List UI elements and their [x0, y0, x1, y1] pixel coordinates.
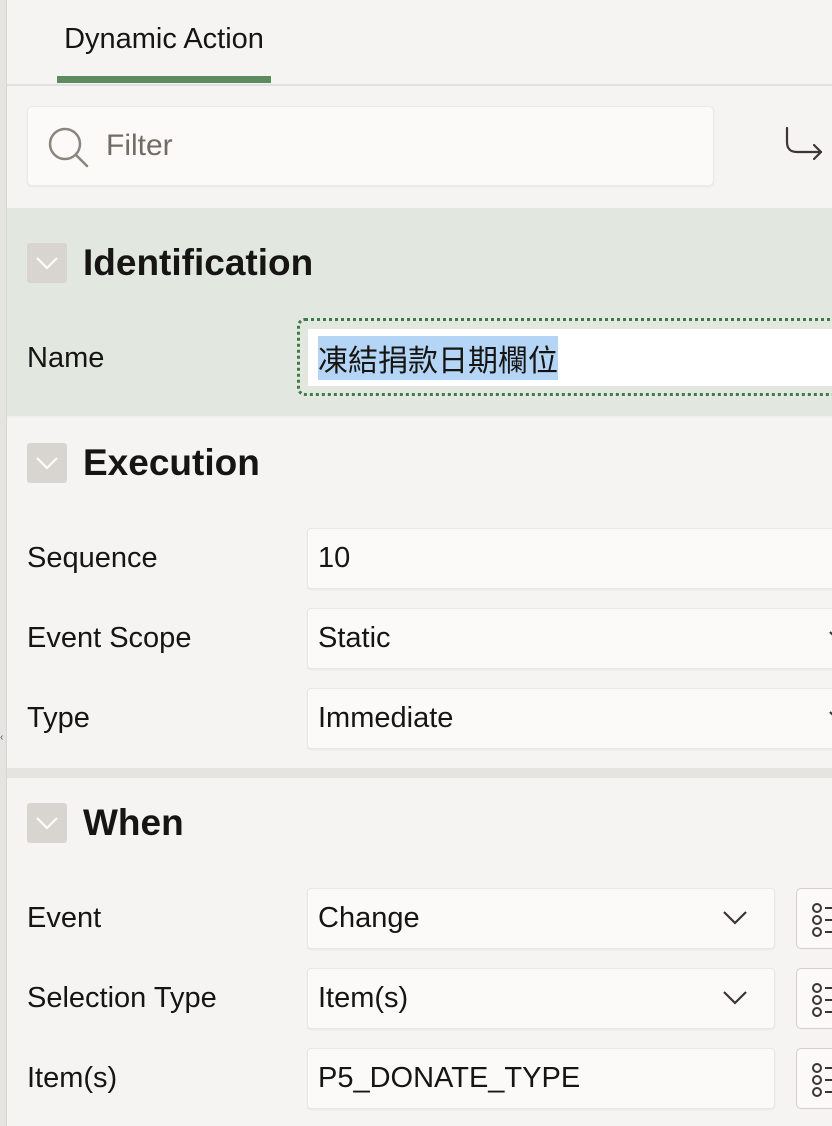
chevron-down-icon: [36, 257, 58, 270]
tab-dynamic-action[interactable]: Dynamic Action: [57, 0, 271, 84]
search-icon: [48, 127, 89, 168]
execution-collapse-toggle[interactable]: [27, 443, 67, 483]
section-when: When Event Change Selection Type Item(s)…: [7, 778, 832, 1126]
when-collapse-toggle[interactable]: [27, 803, 67, 843]
event-select[interactable]: Change: [307, 888, 775, 949]
list-of-values-icon: [812, 1063, 832, 1097]
event-scope-label: Event Scope: [27, 622, 192, 654]
section-title-identification: Identification: [83, 242, 314, 283]
selection-type-label: Selection Type: [27, 982, 217, 1014]
chevron-down-icon: [723, 991, 747, 1005]
chevron-down-icon: [36, 457, 58, 470]
items-field[interactable]: P5_DONATE_TYPE: [307, 1048, 775, 1109]
chevron-down-icon: [829, 711, 832, 716]
filter-box[interactable]: [27, 106, 714, 186]
filter-toolbar: [7, 86, 832, 208]
section-title-when: When: [83, 802, 184, 843]
selection-type-select[interactable]: Item(s): [307, 968, 775, 1029]
event-scope-value: Static: [318, 622, 391, 654]
event-value: Change: [318, 902, 420, 934]
tab-active-indicator: [57, 76, 271, 83]
left-splitter[interactable]: ‹: [0, 0, 7, 1126]
section-title-execution: Execution: [83, 442, 260, 483]
property-editor-panel: Dynamic Action Id: [7, 0, 832, 1126]
event-list-of-values-button[interactable]: [796, 888, 832, 949]
type-select[interactable]: Immediate: [307, 688, 832, 749]
splitter-caret-icon[interactable]: ‹: [0, 733, 3, 743]
chevron-down-icon: [36, 817, 58, 830]
name-field[interactable]: 凍結捐款日期欄位: [308, 329, 832, 386]
name-label: Name: [27, 342, 105, 374]
sequence-label: Sequence: [27, 542, 158, 574]
tab-bar: Dynamic Action: [7, 0, 832, 86]
name-field-focus-ring: 凍結捐款日期欄位: [297, 318, 832, 396]
chevron-down-icon: [723, 911, 747, 925]
type-value: Immediate: [318, 702, 454, 734]
property-editor-page: ‹ Dynamic Action Filter Identification N…: [0, 0, 832, 1126]
selection-type-list-of-values-button[interactable]: [796, 968, 832, 1029]
section-divider: [7, 768, 832, 778]
go-to-arrow-icon[interactable]: [783, 124, 827, 168]
section-execution: Execution Sequence 10 Event Scope Static…: [7, 418, 832, 768]
list-of-values-icon: [812, 903, 832, 937]
sequence-field[interactable]: 10: [307, 528, 832, 589]
name-field-selected-text: 凍結捐款日期欄位: [318, 335, 558, 380]
list-of-values-icon: [812, 983, 832, 1017]
chevron-down-icon: [829, 631, 832, 636]
event-label: Event: [27, 902, 102, 934]
items-label: Item(s): [27, 1062, 118, 1094]
selection-type-value: Item(s): [318, 982, 409, 1014]
type-label: Type: [27, 702, 90, 734]
filter-input[interactable]: [106, 107, 696, 185]
identification-collapse-toggle[interactable]: [27, 243, 67, 283]
event-scope-select[interactable]: Static: [307, 608, 832, 669]
items-list-of-values-button[interactable]: [796, 1048, 832, 1109]
